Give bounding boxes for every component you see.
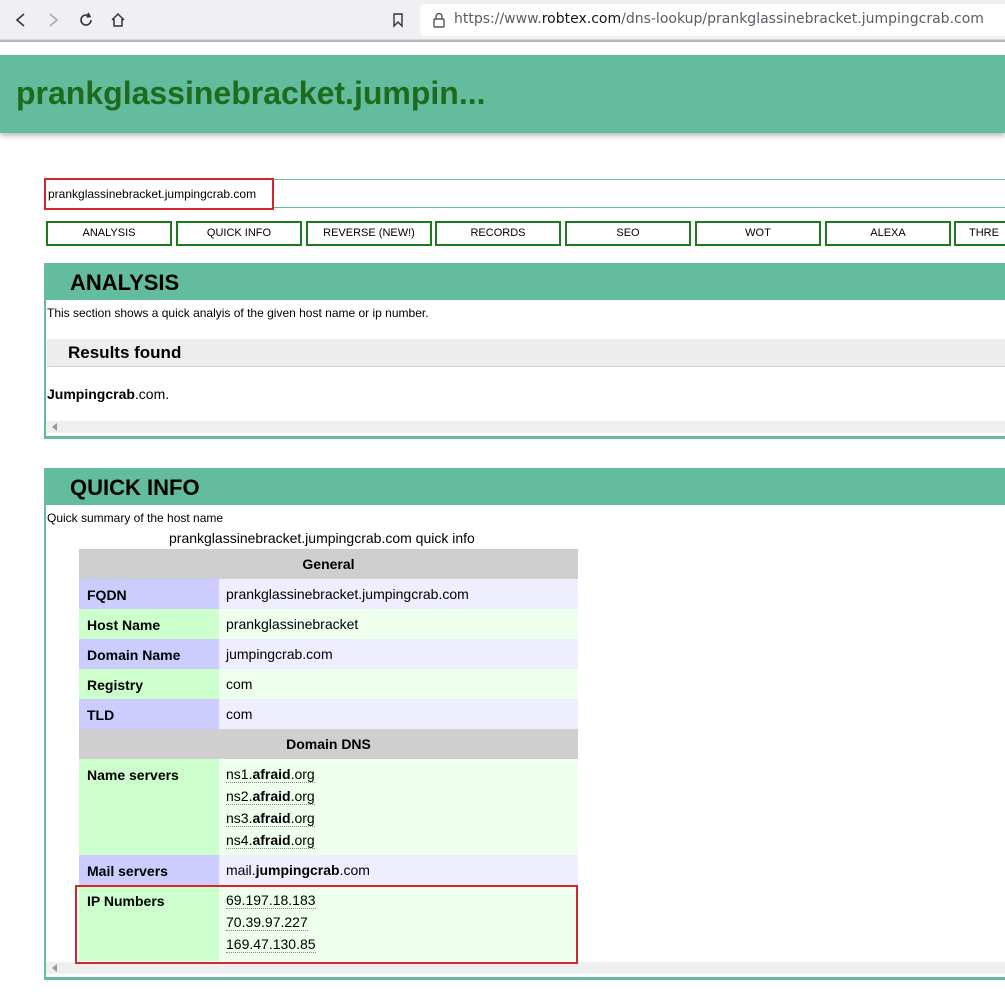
table-row-tld: TLD com — [79, 699, 578, 729]
back-icon[interactable] — [9, 8, 33, 32]
analysis-description: This section shows a quick analyis of th… — [47, 306, 429, 320]
ipnumbers-value: 69.197.18.183 70.39.97.227 169.47.130.85 — [219, 885, 578, 961]
analysis-header: ANALYSIS — [46, 263, 1005, 300]
forward-icon[interactable] — [41, 8, 65, 32]
table-row-ipnumbers: IP Numbers 69.197.18.183 70.39.97.227 16… — [79, 885, 578, 961]
table-caption: prankglassinebracket.jumpingcrab.com qui… — [169, 530, 475, 546]
home-icon[interactable] — [106, 8, 130, 32]
url-text: https://www.robtex.com/dns-lookup/prankg… — [454, 11, 984, 27]
registry-label: Registry — [79, 669, 219, 699]
tab-quick-info[interactable]: QUICK INFO — [176, 221, 302, 246]
table-row-fqdn: FQDN prankglassinebracket.jumpingcrab.co… — [79, 579, 578, 609]
reload-icon[interactable] — [74, 8, 98, 32]
registry-value: com — [219, 669, 578, 699]
general-header: General — [79, 549, 578, 579]
nameserver-link[interactable]: ns1.afraid.org — [226, 763, 578, 785]
table-row-nameservers: Name servers ns1.afraid.org ns2.afraid.o… — [79, 759, 578, 855]
tab-seo[interactable]: SEO — [565, 221, 691, 246]
table-row-registry: Registry com — [79, 669, 578, 699]
lock-icon — [432, 12, 446, 33]
analysis-title: ANALYSIS — [70, 270, 180, 295]
analysis-section: ANALYSIS This section shows a quick anal… — [44, 263, 1005, 439]
nameservers-label: Name servers — [79, 759, 219, 855]
scroll-left-icon[interactable] — [52, 423, 57, 431]
result-item[interactable]: Jumpingcrab.com. — [47, 386, 169, 402]
ip-link[interactable]: 69.197.18.183 — [226, 889, 578, 911]
horizontal-scrollbar[interactable] — [46, 421, 1005, 433]
domain-value: jumpingcrab.com — [219, 639, 578, 669]
ip-link[interactable]: 70.39.97.227 — [226, 911, 578, 933]
ipnumbers-label: IP Numbers — [79, 885, 219, 961]
tab-alexa[interactable]: ALEXA — [825, 221, 951, 246]
page-header: prankglassinebracket.jumpin... — [0, 55, 1005, 133]
horizontal-scrollbar[interactable] — [46, 962, 1005, 974]
tab-analysis[interactable]: ANALYSIS — [46, 221, 172, 246]
nameserver-link[interactable]: ns2.afraid.org — [226, 785, 578, 807]
tab-records[interactable]: RECORDS — [435, 221, 561, 246]
tab-reverse[interactable]: REVERSE (NEW!) — [306, 221, 432, 246]
ip-link[interactable]: 169.47.130.85 — [226, 933, 578, 955]
mailserver-link[interactable]: mail.jumpingcrab.com — [226, 859, 578, 881]
nameserver-link[interactable]: ns4.afraid.org — [226, 829, 578, 851]
quick-info-section: QUICK INFO Quick summary of the host nam… — [44, 468, 1005, 980]
table-row-hostname: Host Name prankglassinebracket — [79, 609, 578, 639]
nameserver-link[interactable]: ns3.afraid.org — [226, 807, 578, 829]
domain-label: Domain Name — [79, 639, 219, 669]
hostname-value: prankglassinebracket — [219, 609, 578, 639]
quick-info-header: QUICK INFO — [46, 468, 1005, 505]
tab-threats[interactable]: THRE — [954, 221, 1005, 246]
browser-toolbar: https://www.robtex.com/dns-lookup/prankg… — [0, 0, 1005, 40]
results-header: Results found — [47, 339, 1005, 367]
table-row-domain: Domain Name jumpingcrab.com — [79, 639, 578, 669]
domain-dns-header: Domain DNS — [79, 729, 578, 759]
mailservers-value: mail.jumpingcrab.com — [219, 855, 578, 885]
tab-wot[interactable]: WOT — [695, 221, 821, 246]
bookmark-icon[interactable] — [386, 8, 410, 32]
scroll-left-icon[interactable] — [52, 964, 57, 972]
fqdn-label: FQDN — [79, 579, 219, 609]
quick-info-description: Quick summary of the host name — [47, 511, 224, 525]
nameservers-value: ns1.afraid.org ns2.afraid.org ns3.afraid… — [219, 759, 578, 855]
quick-info-title: QUICK INFO — [70, 475, 200, 500]
hostname-label: Host Name — [79, 609, 219, 639]
page-title: prankglassinebracket.jumpin... — [16, 75, 486, 111]
mailservers-label: Mail servers — [79, 855, 219, 885]
tld-label: TLD — [79, 699, 219, 729]
address-bar[interactable]: https://www.robtex.com/dns-lookup/prankg… — [420, 4, 1005, 36]
fqdn-value: prankglassinebracket.jumpingcrab.com — [219, 579, 578, 609]
toolbar-divider — [0, 40, 1005, 42]
table-row-mailservers: Mail servers mail.jumpingcrab.com — [79, 855, 578, 885]
search-input[interactable]: prankglassinebracket.jumpingcrab.com — [44, 178, 274, 210]
results-title: Results found — [68, 343, 182, 362]
tld-value: com — [219, 699, 578, 729]
